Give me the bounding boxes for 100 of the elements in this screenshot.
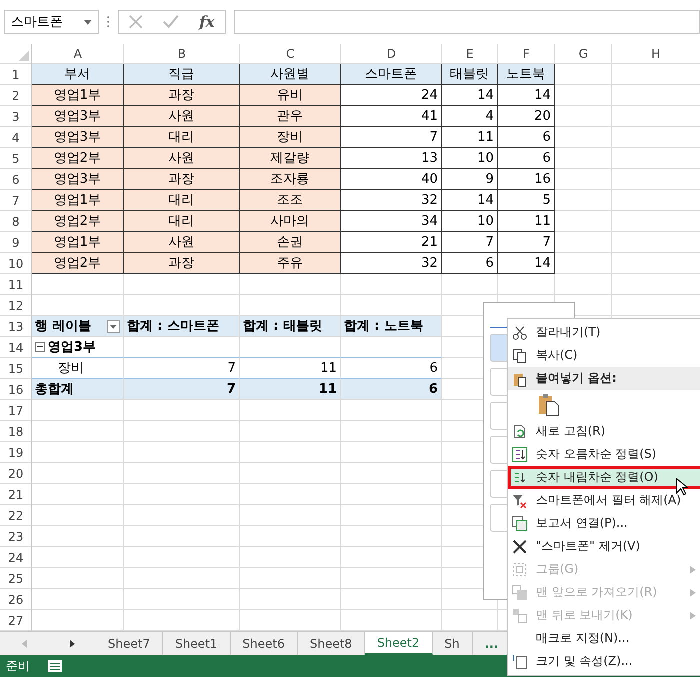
- row-header[interactable]: 2: [0, 85, 32, 106]
- insert-function-button[interactable]: fx: [199, 13, 215, 31]
- row-header[interactable]: 23: [0, 526, 32, 547]
- pivot-total-cell: 11: [240, 379, 341, 400]
- menu-item[interactable]: 숫자 내림차순 정렬(O): [508, 466, 700, 489]
- menu-item[interactable]: 잘라내기(T): [508, 321, 700, 344]
- row-header[interactable]: 3: [0, 106, 32, 127]
- row-header[interactable]: 13: [0, 316, 32, 337]
- table-cell: 대리: [124, 211, 240, 232]
- row-header[interactable]: 10: [0, 253, 32, 274]
- mouse-cursor-icon: [676, 478, 688, 496]
- table-cell: 14: [498, 85, 555, 106]
- column-header[interactable]: G: [555, 44, 612, 64]
- table-cell: 영업1부: [32, 190, 124, 211]
- row-header[interactable]: 1: [0, 64, 32, 85]
- row-header[interactable]: 20: [0, 463, 32, 484]
- table-cell: 41: [341, 106, 442, 127]
- scroll-left-icon: [22, 640, 26, 648]
- row-header[interactable]: 22: [0, 505, 32, 526]
- row-header[interactable]: 25: [0, 568, 32, 589]
- column-header[interactable]: D: [341, 44, 442, 64]
- table-cell: 24: [341, 85, 442, 106]
- table-cell: 5: [498, 190, 555, 211]
- bring-front-icon: [512, 584, 528, 600]
- menu-item[interactable]: 숫자 오름차순 정렬(S): [508, 443, 700, 466]
- report-connection-icon: [512, 516, 528, 532]
- sheet-tab[interactable]: Sheet2: [365, 632, 433, 655]
- table-cell: 32: [341, 253, 442, 274]
- table-cell: 영업2부: [32, 211, 124, 232]
- table-cell: 7: [442, 232, 498, 253]
- status-text: 준비: [6, 658, 30, 674]
- table-cell: 제갈량: [240, 148, 341, 169]
- row-header[interactable]: 6: [0, 169, 32, 190]
- menu-item[interactable]: 스마트폰에서 필터 해제(A): [508, 489, 700, 512]
- name-box[interactable]: 스마트폰: [4, 10, 99, 34]
- table-cell: 11: [442, 127, 498, 148]
- submenu-arrow-icon: [690, 588, 696, 596]
- scissors-icon: [512, 324, 528, 340]
- row-header[interactable]: 7: [0, 190, 32, 211]
- table-cell: 과장: [124, 169, 240, 190]
- table-header-cell: 노트북: [498, 64, 555, 85]
- menu-item[interactable]: 새로 고침(R): [508, 420, 700, 443]
- group-icon: [512, 562, 528, 578]
- filter-dropdown-icon: [107, 320, 120, 332]
- table-cell: 영업3부: [32, 106, 124, 127]
- row-header[interactable]: 19: [0, 442, 32, 463]
- row-header[interactable]: 12: [0, 295, 32, 316]
- group-label: 영업3부: [48, 339, 96, 356]
- row-header[interactable]: 27: [0, 610, 32, 631]
- row-header[interactable]: 21: [0, 484, 32, 505]
- collapse-icon[interactable]: [35, 342, 45, 352]
- table-header-cell: 부서: [32, 64, 124, 85]
- paste-icon: [538, 393, 560, 417]
- row-header[interactable]: 8: [0, 211, 32, 232]
- row-header[interactable]: 5: [0, 148, 32, 169]
- pivot-header-cell: 합계 : 노트북: [341, 316, 442, 337]
- table-cell: 영업2부: [32, 148, 124, 169]
- column-header[interactable]: E: [442, 44, 498, 64]
- menu-item-label: 스마트폰에서 필터 해제(A): [536, 492, 682, 509]
- table-cell: 과장: [124, 85, 240, 106]
- menu-item-label: 매크로 지정(N)...: [536, 630, 631, 647]
- row-header[interactable]: 24: [0, 547, 32, 568]
- menu-item[interactable]: 보고서 연결(P)...: [508, 512, 700, 535]
- table-header-cell: 태블릿: [442, 64, 498, 85]
- table-cell: 9: [442, 169, 498, 190]
- menu-item[interactable]: "스마트폰" 제거(V): [508, 535, 700, 558]
- column-header[interactable]: H: [612, 44, 700, 64]
- menu-item-label: 잘라내기(T): [536, 324, 602, 341]
- table-cell: 14: [442, 85, 498, 106]
- table-cell: 조조: [240, 190, 341, 211]
- row-header[interactable]: 16: [0, 379, 32, 400]
- pivot-total-label: 총합계: [32, 379, 124, 400]
- row-header[interactable]: 17: [0, 400, 32, 421]
- column-header[interactable]: A: [32, 44, 124, 64]
- table-cell: 관우: [240, 106, 341, 127]
- row-header[interactable]: 4: [0, 127, 32, 148]
- table-cell: 34: [341, 211, 442, 232]
- name-box-value: 스마트폰: [11, 14, 63, 31]
- table-cell: 11: [498, 211, 555, 232]
- column-header[interactable]: F: [498, 44, 555, 64]
- row-header[interactable]: 9: [0, 232, 32, 253]
- row-header[interactable]: 14: [0, 337, 32, 358]
- table-cell: 16: [498, 169, 555, 190]
- table-cell: 과장: [124, 253, 240, 274]
- size-icon: [512, 654, 528, 670]
- table-cell: 영업1부: [32, 85, 124, 106]
- menu-item[interactable]: 복사(C): [508, 344, 700, 367]
- row-label-text: 행 레이블: [35, 318, 92, 335]
- row-header[interactable]: 15: [0, 358, 32, 379]
- table-header-cell: 스마트폰: [341, 64, 442, 85]
- formula-input[interactable]: [234, 10, 700, 34]
- menu-item-label: 새로 고침(R): [536, 423, 607, 440]
- table-cell: 21: [341, 232, 442, 253]
- checkmark-icon: [163, 15, 180, 29]
- column-header[interactable]: B: [124, 44, 240, 64]
- column-header[interactable]: C: [240, 44, 341, 64]
- row-header[interactable]: 11: [0, 274, 32, 295]
- row-header[interactable]: 18: [0, 421, 32, 442]
- row-header[interactable]: 26: [0, 589, 32, 610]
- pivot-total-cell: 6: [341, 379, 442, 400]
